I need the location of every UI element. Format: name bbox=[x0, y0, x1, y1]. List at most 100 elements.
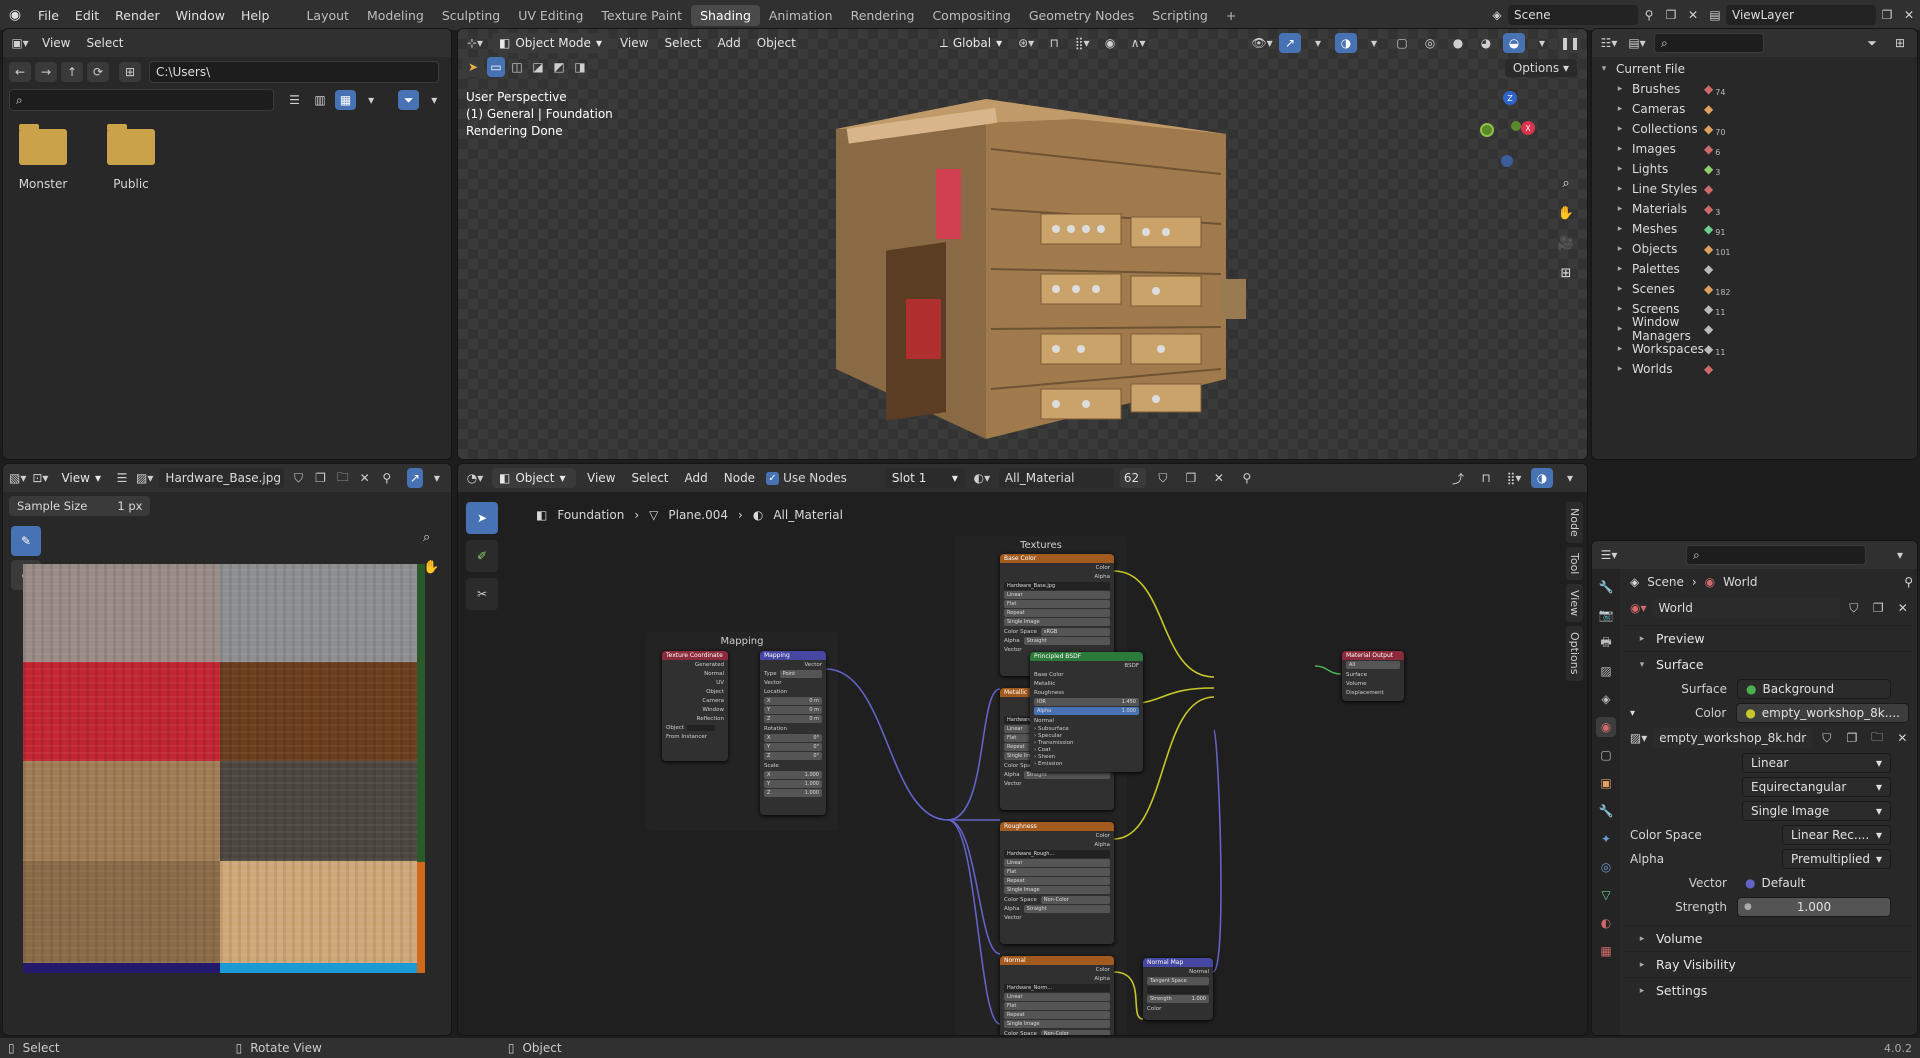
add-workspace-button[interactable]: + bbox=[1217, 5, 1245, 26]
menu-object[interactable]: Object bbox=[752, 36, 801, 50]
node-texture-coordinate[interactable]: Texture Coordinate Generated Normal UV Obje… bbox=[662, 651, 728, 761]
color-space-field[interactable]: Color Space sRGB bbox=[1000, 627, 1114, 636]
select-extend-icon[interactable]: ◫ bbox=[508, 57, 526, 77]
rendered-shading-icon[interactable]: ◒ bbox=[1503, 33, 1525, 53]
texcoord-output[interactable]: Object bbox=[662, 687, 728, 696]
forward-icon[interactable]: → bbox=[35, 62, 57, 82]
node-normal-map[interactable]: Normal Map Normal Tangent Space Strength… bbox=[1143, 958, 1213, 1020]
pin-icon[interactable]: ⚲ bbox=[379, 468, 395, 488]
alpha-field[interactable]: Alpha 1.000 bbox=[1034, 707, 1139, 715]
filter-dropdown-icon[interactable]: ▾ bbox=[423, 90, 445, 110]
object-picker[interactable] bbox=[686, 724, 715, 731]
section-surface[interactable]: ▾ Surface bbox=[1622, 651, 1913, 677]
node-image-normal[interactable]: Normal Color Alpha Hardware_Norm... Linear Fl… bbox=[1000, 956, 1114, 1035]
bsdf-subpanel[interactable]: › Sheen bbox=[1030, 753, 1143, 760]
bsdf-subpanel[interactable]: › Transmission bbox=[1030, 739, 1143, 746]
view-menu[interactable]: View ▾ bbox=[54, 468, 108, 488]
path-field[interactable]: C:\Users\ bbox=[149, 61, 439, 83]
display-mode-icon[interactable]: ▤▾ bbox=[1626, 33, 1648, 53]
data-tab-icon[interactable]: ▽ bbox=[1596, 885, 1616, 905]
gizmo-x-axis[interactable]: X bbox=[1521, 121, 1535, 135]
projection-dropdown[interactable]: Flat bbox=[1004, 600, 1110, 608]
output-color[interactable]: Color bbox=[1000, 965, 1114, 974]
input-roughness[interactable]: Roughness bbox=[1030, 688, 1143, 697]
world-tab-icon[interactable]: ◉ bbox=[1596, 717, 1616, 737]
tree-item[interactable]: ▸ Collections ◆ 70 bbox=[1598, 119, 1911, 139]
folder-monster[interactable]: Monster bbox=[13, 124, 73, 191]
editor-type-icon[interactable]: ☰▾ bbox=[1598, 545, 1620, 565]
color-input-field[interactable]: ● empty_workshop_8k.... bbox=[1736, 703, 1909, 723]
hamburger-menu-icon[interactable]: ☰ bbox=[114, 468, 130, 488]
delete-scene-icon[interactable]: ✕ bbox=[1682, 5, 1704, 25]
section-volume[interactable]: ▸ Volume bbox=[1622, 925, 1913, 951]
output-alpha[interactable]: Alpha bbox=[1000, 974, 1114, 983]
menu-view[interactable]: View bbox=[615, 36, 653, 50]
tab-geometry-nodes[interactable]: Geometry Nodes bbox=[1020, 5, 1143, 26]
input-vector[interactable]: Vector bbox=[1000, 913, 1114, 922]
alpha-mode-value[interactable]: Straight bbox=[1023, 636, 1110, 645]
alpha-dropdown[interactable]: Premultiplied ▾ bbox=[1782, 849, 1891, 869]
visibility-icon[interactable]: 👁▾ bbox=[1251, 33, 1273, 53]
input-volume[interactable]: Volume bbox=[1342, 679, 1404, 688]
fake-user-shield-icon[interactable]: ⛉ bbox=[290, 468, 306, 488]
object-tab-icon[interactable]: ▣ bbox=[1596, 773, 1616, 793]
vector-component-field[interactable]: X 1.000 bbox=[764, 771, 822, 779]
interpolation-dropdown[interactable]: Linear bbox=[1004, 591, 1110, 599]
image-datablock-field[interactable]: Hardware_Rough... bbox=[1004, 850, 1110, 858]
bsdf-subpanel[interactable]: › Subsurface bbox=[1030, 725, 1143, 732]
tree-item[interactable]: ▸ Brushes ◆ 74 bbox=[1598, 79, 1911, 99]
color-space-field[interactable]: Color SpaceNon-Color bbox=[1000, 895, 1114, 904]
material-shading-icon[interactable]: ◕ bbox=[1475, 33, 1497, 53]
node-principled-bsdf[interactable]: Principled BSDF BSDF Base Color Metallic… bbox=[1030, 652, 1143, 772]
alpha-mode-field[interactable]: Alpha Straight bbox=[1000, 636, 1114, 645]
uv-map-field[interactable] bbox=[1147, 986, 1209, 994]
gizmo-neg-z[interactable] bbox=[1501, 155, 1513, 167]
extension-dropdown[interactable]: Repeat bbox=[1004, 1011, 1110, 1019]
options-dropdown-icon[interactable]: ▾ bbox=[1889, 545, 1911, 565]
physics-tab-icon[interactable]: ◎ bbox=[1596, 857, 1616, 877]
editor-type-icon[interactable]: ⊹▾ bbox=[464, 33, 486, 53]
tree-item[interactable]: ▸ Scenes ◆ 182 bbox=[1598, 279, 1911, 299]
gizmo-toggle-icon[interactable]: ↗ bbox=[406, 468, 423, 488]
projection-dropdown[interactable]: Flat bbox=[1004, 1002, 1110, 1010]
output-alpha[interactable]: Alpha bbox=[1000, 840, 1114, 849]
render-tab-icon[interactable]: 📷 bbox=[1596, 605, 1616, 625]
editor-type-icon[interactable]: ▧▾ bbox=[9, 468, 26, 488]
select-invert-icon[interactable]: ◩ bbox=[550, 57, 568, 77]
filter-icon[interactable]: ⏷ bbox=[1861, 33, 1883, 53]
editor-type-icon[interactable]: ▣▾ bbox=[9, 33, 31, 53]
menu-window[interactable]: Window bbox=[168, 8, 233, 23]
texcoord-output[interactable]: Camera bbox=[662, 696, 728, 705]
tab-layout[interactable]: Layout bbox=[297, 5, 358, 26]
pause-render-icon[interactable]: ❚❚ bbox=[1559, 33, 1581, 53]
extension-dropdown[interactable]: Repeat bbox=[1004, 877, 1110, 885]
tool-tab-icon[interactable]: 🔧 bbox=[1596, 577, 1616, 597]
tree-item[interactable]: ▸ Meshes ◆ 91 bbox=[1598, 219, 1911, 239]
tree-item[interactable]: ▸ Palettes ◆ bbox=[1598, 259, 1911, 279]
snap-target-icon[interactable]: ⣿▾ bbox=[1071, 33, 1093, 53]
texcoord-output[interactable]: Reflection bbox=[662, 714, 728, 723]
image-browse-icon[interactable]: ▨▾ bbox=[1628, 728, 1649, 748]
vector-component-field[interactable]: Z 0 m bbox=[764, 715, 822, 723]
output-color[interactable]: Color bbox=[1000, 563, 1114, 572]
gizmo-toggle-icon[interactable]: ↗ bbox=[1279, 33, 1301, 53]
projection-dropdown[interactable]: Flat bbox=[1004, 868, 1110, 876]
material-tab-icon[interactable]: ◐ bbox=[1596, 913, 1616, 933]
list-horizontal-icon[interactable]: ▥ bbox=[309, 90, 331, 110]
texcoord-output[interactable]: Normal bbox=[662, 669, 728, 678]
camera-view-icon[interactable]: 🎥 bbox=[1554, 231, 1578, 255]
section-ray-visibility[interactable]: ▸ Ray Visibility bbox=[1622, 951, 1913, 977]
menu-select[interactable]: Select bbox=[659, 36, 706, 50]
new-collection-icon[interactable]: ⊞ bbox=[1889, 33, 1911, 53]
falloff-icon[interactable]: ∧▾ bbox=[1127, 33, 1149, 53]
node-image-roughness[interactable]: Roughness Color Alpha Hardware_Rough... Line… bbox=[1000, 822, 1114, 944]
gizmo-neg-y[interactable] bbox=[1480, 123, 1494, 137]
source-dropdown[interactable]: Single Image ▾ bbox=[1742, 801, 1891, 821]
image-name-field[interactable]: Hardware_Base.jpg bbox=[159, 468, 285, 488]
overlay-toggle-icon[interactable]: ◑ bbox=[1335, 33, 1357, 53]
menu-view[interactable]: View bbox=[37, 36, 75, 50]
strength-field[interactable]: Strength 1.000 bbox=[1147, 995, 1209, 1003]
new-image-icon[interactable]: ❐ bbox=[1841, 728, 1862, 748]
tab-uv-editing[interactable]: UV Editing bbox=[509, 5, 592, 26]
file-search-input[interactable]: ⌕ bbox=[9, 89, 274, 111]
